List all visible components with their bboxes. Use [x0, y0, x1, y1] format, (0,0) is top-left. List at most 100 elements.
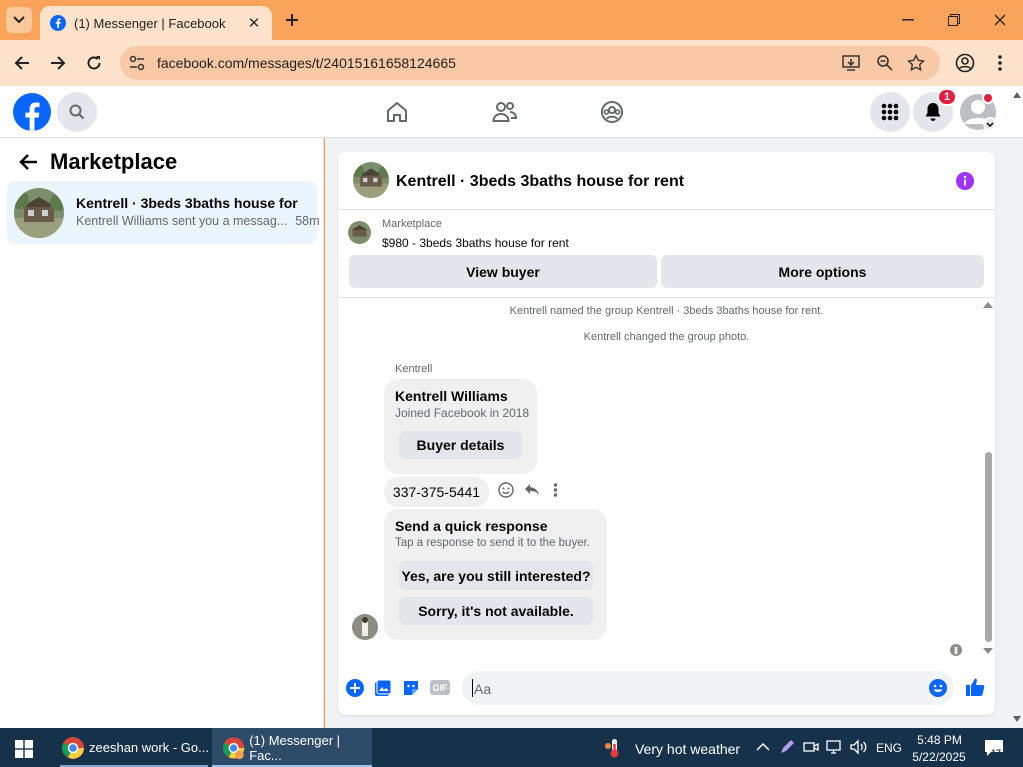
reload-button[interactable] [81, 51, 107, 75]
home-icon[interactable] [385, 100, 409, 124]
listing-photo-avatar [14, 188, 64, 238]
gif-button[interactable]: GIF [430, 680, 450, 695]
conversation-preview: Kentrell Williams sent you a messag... 58… [76, 214, 320, 228]
profile-icon[interactable] [955, 53, 975, 73]
conversation-time: 58m [295, 214, 320, 228]
network-icon[interactable] [826, 739, 844, 755]
taskbar-app-chrome-work[interactable]: zeeshan work - Go... [55, 728, 210, 767]
scroll-thumb[interactable] [985, 452, 992, 642]
view-buyer-button[interactable]: View buyer [349, 255, 657, 288]
url-text: facebook.com/messages/t/2401516165812466… [157, 55, 456, 71]
chat-window: Kentrell · 3beds 3baths house for rent M… [338, 152, 995, 715]
zoom-icon[interactable] [876, 54, 894, 72]
pen-icon[interactable] [779, 739, 795, 755]
scroll-up-icon[interactable] [983, 302, 993, 308]
groups-icon[interactable] [600, 100, 624, 124]
facebook-logo-icon[interactable] [13, 93, 51, 131]
quick-response-subtitle: Tap a response to send it to the buyer. [395, 537, 590, 549]
listing-price[interactable]: $980 - 3beds 3baths house for rent [382, 236, 569, 250]
taskbar-app-messenger[interactable]: (1) Messenger | Fac... [212, 728, 372, 767]
meet-now-icon[interactable] [803, 739, 819, 755]
menu-button[interactable] [870, 92, 910, 132]
system-message: Kentrell named the group Kentrell · 3bed… [509, 305, 824, 317]
close-icon [994, 14, 1006, 26]
conversation-name: Kentrell · 3beds 3baths house for r... [76, 195, 301, 211]
quick-reply-interested[interactable]: Yes, are you still interested? [399, 561, 593, 590]
scroll-down-icon[interactable] [983, 648, 993, 654]
account-button[interactable] [958, 92, 998, 132]
restore-icon [948, 14, 960, 26]
chrome-profile-icon [222, 736, 245, 759]
facebook-favicon-icon [50, 15, 66, 31]
address-bar[interactable]: facebook.com/messages/t/2401516165812466… [120, 46, 940, 80]
search-button[interactable] [57, 92, 97, 132]
close-window-button[interactable] [977, 0, 1023, 40]
sticker-icon[interactable] [402, 679, 420, 697]
clock-date[interactable]: 5/22/2025 [908, 750, 970, 764]
browser-menu-icon[interactable] [997, 54, 1003, 72]
chevron-up-icon[interactable] [756, 742, 770, 752]
notification-count: 17 [991, 748, 1002, 758]
restore-button[interactable] [931, 0, 977, 40]
tab-search-button[interactable] [6, 7, 32, 33]
clock-time[interactable]: 5:48 PM [912, 733, 967, 747]
account-red-dot [982, 92, 994, 104]
minimize-button[interactable] [885, 0, 931, 40]
react-smiley-icon[interactable] [498, 482, 514, 498]
account-chevron [983, 117, 997, 131]
message-input[interactable]: Aa [462, 671, 954, 705]
chat-header: Kentrell · 3beds 3baths house for rent [338, 152, 995, 210]
marketplace-title: Marketplace [50, 149, 178, 174]
volume-icon[interactable] [850, 739, 868, 755]
buyer-details-button[interactable]: Buyer details [399, 431, 522, 459]
photo-icon[interactable] [374, 679, 392, 697]
chrome-icon [62, 736, 84, 759]
conversation-item[interactable]: Kentrell · 3beds 3baths house for r... K… [7, 181, 320, 244]
back-button[interactable] [9, 51, 35, 75]
arrow-right-icon [51, 56, 66, 70]
reply-icon[interactable] [524, 482, 540, 498]
listing-thumbnail[interactable] [348, 221, 371, 244]
windows-start-icon[interactable] [15, 740, 33, 758]
quick-response-bubble: Send a quick response Tap a response to … [384, 509, 607, 640]
system-message: Kentrell changed the group photo. [583, 331, 750, 343]
message-composer: GIF Aa [338, 667, 995, 715]
info-icon[interactable] [956, 172, 974, 190]
notification-badge: 1 [937, 88, 957, 106]
emoji-icon[interactable] [929, 679, 947, 697]
tab-title: (1) Messenger | Facebook [74, 15, 226, 31]
chat-scrollbar[interactable] [982, 302, 994, 654]
new-tab-button[interactable] [282, 10, 302, 30]
chat-title[interactable]: Kentrell · 3beds 3baths house for rent [396, 173, 684, 191]
weather-text[interactable]: Very hot weather [635, 741, 740, 757]
more-icon[interactable] [553, 483, 558, 497]
site-settings-icon[interactable] [129, 55, 145, 71]
page-scroll-down-icon[interactable] [1013, 716, 1021, 722]
like-thumb-icon[interactable] [965, 677, 985, 697]
close-tab-icon[interactable]: ✕ [246, 15, 262, 32]
install-app-icon[interactable] [842, 54, 860, 72]
language-indicator[interactable]: ENG [876, 741, 902, 755]
message-placeholder: Aa [474, 681, 492, 697]
chat-avatar[interactable] [353, 162, 389, 198]
chevron-down-icon [13, 16, 25, 24]
bookmark-star-icon[interactable] [907, 54, 925, 72]
forward-button[interactable] [45, 51, 71, 75]
friends-icon[interactable] [492, 100, 518, 124]
more-options-button[interactable]: More options [661, 255, 984, 288]
sender-avatar[interactable] [352, 614, 378, 640]
bell-icon [925, 103, 941, 121]
listing-label: Marketplace [382, 218, 442, 230]
browser-tab-messenger[interactable]: (1) Messenger | Facebook ✕ [40, 6, 272, 40]
text-cursor [472, 679, 473, 697]
quick-reply-not-available[interactable]: Sorry, it's not available. [399, 597, 593, 625]
chevron-down-icon [986, 121, 994, 127]
listing-summary: Marketplace $980 - 3beds 3baths house fo… [338, 210, 995, 298]
phone-bubble[interactable]: 337-375-5441 [384, 477, 489, 507]
taskbar-app-label: zeeshan work - Go... [89, 740, 209, 755]
add-plus-icon[interactable] [346, 679, 364, 697]
search-icon [69, 104, 85, 120]
page-scroll-up-icon[interactable] [1013, 92, 1021, 98]
arrow-left-icon [14, 56, 29, 70]
back-arrow-icon[interactable] [18, 153, 38, 171]
